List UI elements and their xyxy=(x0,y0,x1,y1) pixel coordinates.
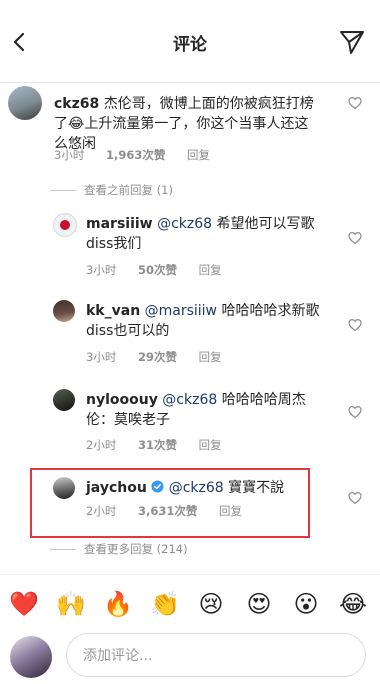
heart-icon[interactable] xyxy=(348,96,362,110)
mention-link[interactable]: @ckz68 xyxy=(169,480,224,496)
comment-input[interactable] xyxy=(81,634,355,678)
view-previous-replies[interactable]: 查看之前回复 (1) xyxy=(50,182,173,198)
heart-icon[interactable] xyxy=(348,231,362,245)
reply-meta: 3小时 29次赞 回复 xyxy=(86,350,222,364)
mention-link[interactable]: @ckz68 xyxy=(157,216,212,232)
reply-button[interactable]: 回复 xyxy=(219,504,242,518)
reply-username[interactable]: kk_van xyxy=(86,303,140,319)
raising-hands-emoji-button[interactable]: 🙌 xyxy=(56,589,86,619)
heart-icon[interactable] xyxy=(348,405,362,419)
laughing-emoji-icon: 😂 xyxy=(68,116,85,132)
mention-link[interactable]: @marsiiiw xyxy=(145,303,217,319)
comment-meta: 3小时 1,963次赞 回复 xyxy=(54,147,210,163)
reply-meta: 3小时 50次赞 回复 xyxy=(86,263,222,277)
reply-username[interactable]: marsiiiw xyxy=(86,216,153,232)
current-user-avatar xyxy=(10,636,52,678)
emoji-quick-bar: ❤️ 🙌 🔥 👏 😢 😍 😮 😂 xyxy=(0,574,380,633)
reply-text: kk_van @marsiiiw 哈哈哈哈求新歌 diss也可以的 xyxy=(86,303,320,339)
red-heart-emoji-button[interactable]: ❤️ xyxy=(9,589,39,619)
heart-eyes-emoji-button[interactable]: 😍 xyxy=(244,589,274,619)
avatar[interactable] xyxy=(53,389,75,411)
comment-input-box xyxy=(66,633,366,678)
surprised-face-emoji-button[interactable]: 😮 xyxy=(291,589,321,619)
view-more-replies[interactable]: 查看更多回复 (214) xyxy=(50,541,188,557)
avatar[interactable] xyxy=(8,86,42,120)
reply-meta: 2小时 3,631次赞 回复 xyxy=(86,504,243,518)
avatar[interactable] xyxy=(53,300,75,322)
heart-icon[interactable] xyxy=(348,491,362,505)
reply-button[interactable]: 回复 xyxy=(199,438,222,452)
divider xyxy=(50,190,76,191)
reply-button[interactable]: 回复 xyxy=(187,148,210,162)
reply-username[interactable]: jaychou xyxy=(86,480,147,496)
comment-time: 3小时 xyxy=(54,148,85,162)
verified-badge-icon xyxy=(151,480,164,493)
fire-emoji-button[interactable]: 🔥 xyxy=(103,589,133,619)
mention-link[interactable]: @ckz68 xyxy=(162,392,217,408)
header-bar: 评论 xyxy=(0,0,380,83)
reply-text: jaychou @ckz68 寶寶不說 xyxy=(86,480,285,496)
avatar[interactable] xyxy=(53,477,75,499)
crying-face-emoji-button[interactable]: 😢 xyxy=(196,589,226,619)
clapping-hands-emoji-button[interactable]: 👏 xyxy=(150,589,180,619)
reply-text: marsiiiw @ckz68 希望他可以写歌 diss我们 xyxy=(86,216,315,252)
reply-button[interactable]: 回复 xyxy=(199,263,222,277)
tears-of-joy-emoji-button[interactable]: 😂 xyxy=(338,589,368,619)
reply-text: nylooouy @ckz68 哈哈哈哈周杰 伦：莫唉老子 xyxy=(86,392,306,428)
avatar[interactable] xyxy=(53,213,77,237)
comment-likes[interactable]: 1,963次赞 xyxy=(106,148,165,162)
send-icon[interactable] xyxy=(338,28,366,56)
divider xyxy=(50,549,76,550)
comment-text: ckz68 杰伦哥，微博上面的你被疯狂打榜 了😂上升流量第一了，你这个当事人还这… xyxy=(54,96,314,152)
reply-button[interactable]: 回复 xyxy=(199,350,222,364)
page-title: 评论 xyxy=(173,35,207,55)
reply-username[interactable]: nylooouy xyxy=(86,392,158,408)
reply-meta: 2小时 31次赞 回复 xyxy=(86,438,222,452)
comment-username[interactable]: ckz68 xyxy=(54,96,99,112)
avatar-logo xyxy=(60,220,70,230)
heart-icon[interactable] xyxy=(348,318,362,332)
